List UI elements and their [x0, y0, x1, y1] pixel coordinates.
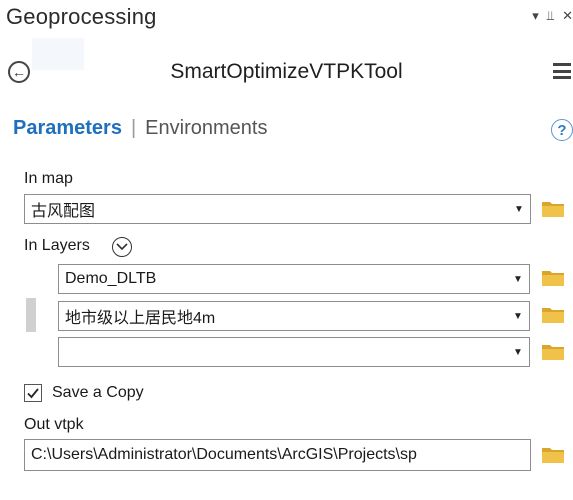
- checkmark-icon: [27, 388, 39, 399]
- layer-row-2-dropdown[interactable]: 地市级以上居民地4m ▼: [58, 301, 530, 331]
- dropdown-arrow-icon[interactable]: ▼: [511, 204, 527, 215]
- in-map-dropdown[interactable]: 古风配图 ▼: [24, 194, 531, 224]
- folder-icon[interactable]: [541, 305, 565, 325]
- tool-tabs: Parameters | Environments: [13, 117, 267, 140]
- menu-bar: [553, 69, 571, 73]
- layer-row-2-value: 地市级以上居民地4m: [65, 310, 216, 327]
- in-layers-label: In Layers: [24, 237, 90, 254]
- layer-row-3-dropdown[interactable]: ▼: [58, 337, 530, 367]
- layer-row-1-dropdown[interactable]: Demo_DLTB ▼: [58, 264, 530, 294]
- layer-row-1-value: Demo_DLTB: [65, 270, 157, 287]
- folder-icon[interactable]: [541, 199, 565, 219]
- pin-icon[interactable]: ⫫: [547, 8, 554, 24]
- pane-controls: ▾ ⫫ ✕: [532, 6, 573, 26]
- menu-bar: [553, 63, 571, 66]
- menu-bar: [553, 76, 571, 79]
- drag-handle[interactable]: [26, 298, 36, 332]
- tab-parameters[interactable]: Parameters: [13, 117, 122, 140]
- pane-title: Geoprocessing: [6, 4, 157, 29]
- tab-separator: |: [130, 117, 137, 139]
- dropdown-arrow-icon[interactable]: ▼: [510, 274, 526, 285]
- help-icon[interactable]: ?: [551, 119, 573, 141]
- out-vtpk-label: Out vtpk: [24, 416, 84, 433]
- save-copy-checkbox[interactable]: [24, 384, 42, 402]
- help-glyph: ?: [557, 121, 567, 139]
- tool-title: SmartOptimizeVTPKTool: [170, 60, 403, 83]
- close-icon[interactable]: ✕: [562, 8, 573, 24]
- in-map-label: In map: [24, 170, 73, 187]
- chevron-down-icon[interactable]: [112, 237, 132, 257]
- menu-button[interactable]: [553, 63, 571, 79]
- folder-icon[interactable]: [541, 268, 565, 288]
- dropdown-arrow-icon[interactable]: ▼: [510, 347, 526, 358]
- dropdown-arrow-icon[interactable]: ▼: [510, 311, 526, 322]
- folder-icon[interactable]: [541, 342, 565, 362]
- in-map-value: 古风配图: [31, 203, 96, 220]
- pane-options-icon[interactable]: ▾: [532, 8, 539, 24]
- save-copy-label[interactable]: Save a Copy: [52, 384, 144, 402]
- folder-icon[interactable]: [541, 445, 565, 465]
- tab-environments[interactable]: Environments: [145, 117, 267, 140]
- out-vtpk-input[interactable]: C:\Users\Administrator\Documents\ArcGIS\…: [24, 439, 531, 471]
